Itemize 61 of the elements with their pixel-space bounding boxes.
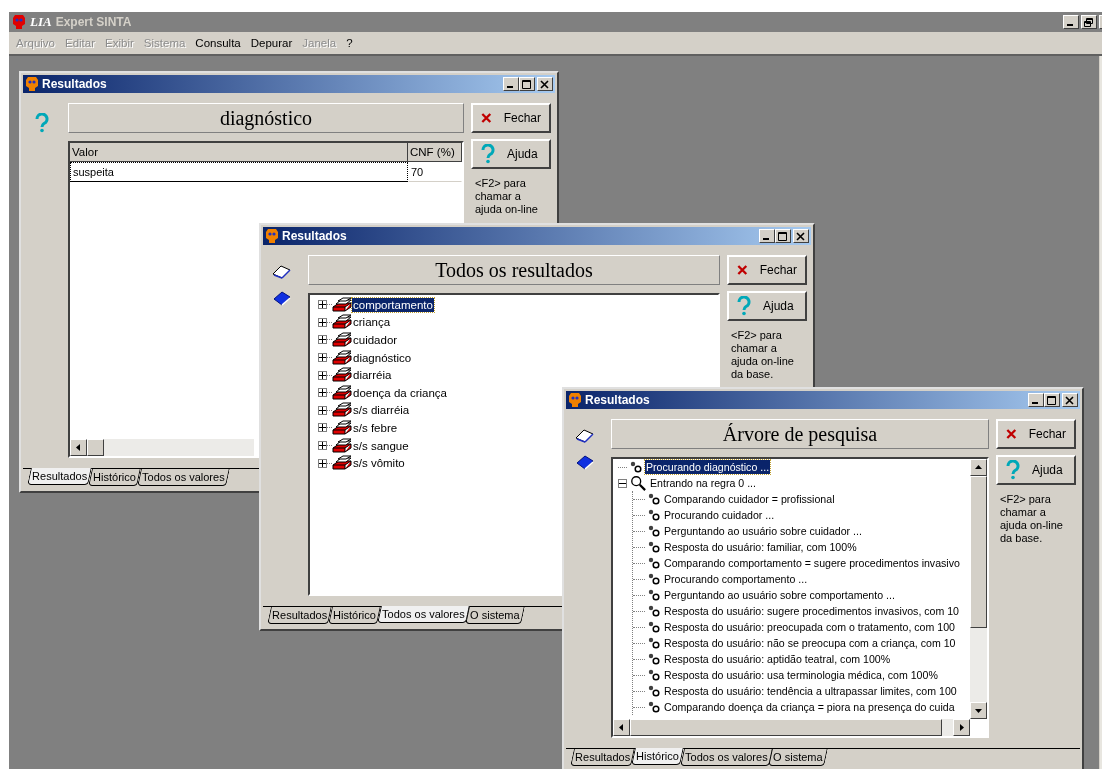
tree-item[interactable]: Comparando cuidador = profissional <box>663 492 836 506</box>
close-button[interactable]: Fechar <box>996 419 1076 449</box>
tab[interactable]: Histórico <box>631 748 684 765</box>
tab[interactable]: Todos os valores <box>377 606 470 623</box>
close-button[interactable]: Fechar <box>727 255 807 285</box>
tab[interactable]: Todos os valores <box>680 749 773 766</box>
tab[interactable]: Resultados <box>27 468 92 485</box>
tree-item[interactable]: Resposta do usuário: sugere procedimentos invasivos, com 10 <box>663 604 961 618</box>
menu-item[interactable]: ? <box>341 37 358 49</box>
window-title: Resultados <box>42 77 107 91</box>
menu-item[interactable]: Depurar <box>245 37 298 49</box>
tab[interactable]: Resultados <box>267 607 332 624</box>
table-cell: suspeita <box>70 162 408 182</box>
tab[interactable]: Histórico <box>328 607 381 624</box>
tree-item[interactable]: s/s vômito <box>352 456 406 471</box>
tab[interactable]: O sistema <box>768 749 828 766</box>
tab[interactable]: O sistema <box>465 607 525 624</box>
menu-item[interactable]: Consulta <box>190 37 246 49</box>
app-title: Expert SINTA <box>55 15 132 29</box>
help-hint: <F2> para chamar a ajuda on-line da base. <box>730 328 795 382</box>
results-heading: Todos os resultados <box>308 255 720 285</box>
tree-item[interactable]: diarréia <box>352 368 393 383</box>
results-heading: diagnóstico <box>68 103 464 133</box>
results-heading: Árvore de pesquisa <box>611 419 989 449</box>
window-title: Resultados <box>585 393 650 407</box>
tree-item[interactable]: Procurando diagnóstico ... <box>645 460 771 474</box>
window-title: Resultados <box>282 229 347 243</box>
app-logo: LIA <box>30 14 52 30</box>
help-button[interactable]: Ajuda <box>471 139 551 169</box>
tree-item[interactable]: Resposta do usuário: não se preocupa com a criança, com 10 <box>663 636 957 650</box>
tree-item[interactable]: Perguntando ao usuário sobre comportamento ... <box>663 588 896 602</box>
help-button[interactable]: Ajuda <box>727 291 807 321</box>
tree-item[interactable]: criança <box>352 315 392 330</box>
close-button[interactable]: Fechar <box>471 103 551 133</box>
tree-item[interactable]: s/s febre <box>352 420 399 435</box>
tab[interactable]: Todos os valores <box>137 469 230 486</box>
tree-item[interactable]: Resposta do usuário: tendência a ultrapassar limites, com 100 <box>663 684 958 698</box>
tree-item[interactable]: Resposta do usuário: usa terminologia médica, com 100% <box>663 668 939 682</box>
help-button[interactable]: Ajuda <box>996 455 1076 485</box>
tree-item[interactable]: Procurando comportamento ... <box>663 572 809 586</box>
tree-item[interactable]: Perguntando ao usuário sobre cuidador ... <box>663 524 863 538</box>
tree-item[interactable]: Procurando cuidador ... <box>663 508 776 522</box>
tree-item[interactable]: Comparando comportamento = sugere procedimentos invasivo <box>663 556 961 570</box>
tab[interactable]: Resultados <box>570 749 635 766</box>
tree-item[interactable]: Entrando na regra 0 ... <box>649 476 757 490</box>
tree-item[interactable]: comportamento <box>352 297 434 312</box>
tree-item[interactable]: doença da criança <box>352 385 448 400</box>
tree-item[interactable]: diagnóstico <box>352 350 413 365</box>
tree-item[interactable]: Resposta do usuário: preocupada com o tratamento, com 100 <box>663 620 956 634</box>
help-hint: <F2> para chamar a ajuda on-line da base. <box>999 492 1064 546</box>
tree-item[interactable]: Resposta do usuário: familiar, com 100% <box>663 540 858 554</box>
tree-item[interactable]: s/s diarréia <box>352 403 411 418</box>
column-header[interactable]: CNF (%) <box>408 143 462 162</box>
tree-item[interactable]: Resposta do usuário: aptidão teatral, com 100% <box>663 652 892 666</box>
tree-item[interactable]: Comparando doença da criança = piora na presença do cuida <box>663 700 956 714</box>
tree-item[interactable]: s/s sangue <box>352 438 410 453</box>
column-header[interactable]: Valor <box>70 143 408 162</box>
tab[interactable]: Histórico <box>88 469 141 486</box>
table-cell: 70 <box>408 162 462 182</box>
help-hint: <F2> para chamar a ajuda on-line <box>474 176 539 217</box>
tree-item[interactable]: cuidador <box>352 333 399 347</box>
